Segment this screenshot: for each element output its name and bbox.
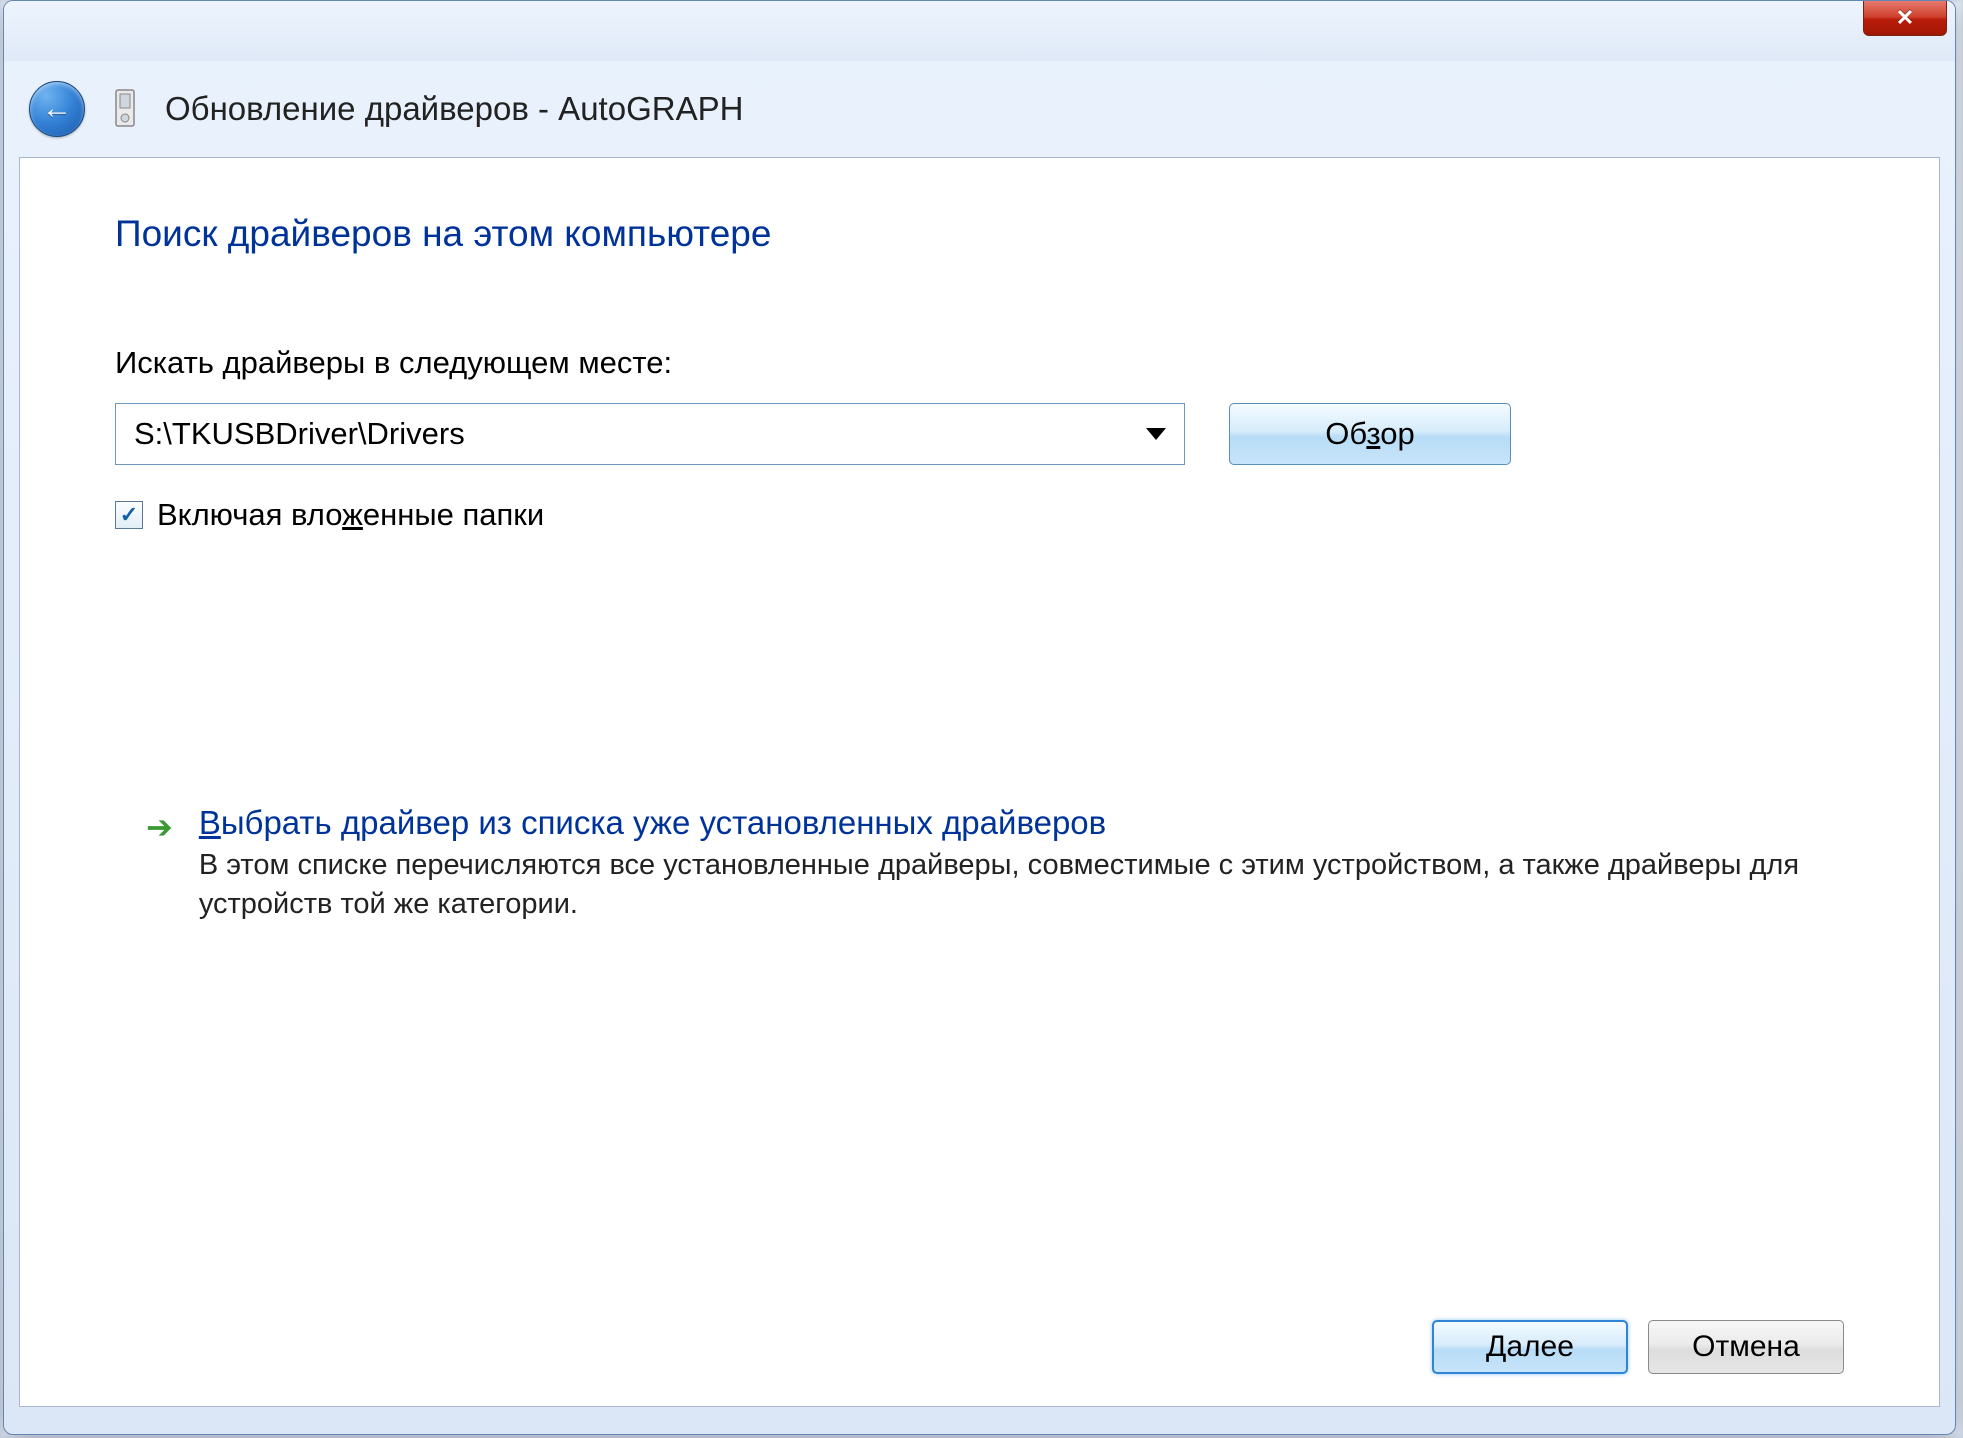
content-panel: Поиск драйверов на этом компьютере Искат…: [19, 157, 1940, 1407]
instruction-heading: Поиск драйверов на этом компьютере: [115, 213, 1844, 255]
driver-update-wizard-window: ✕ ← Обновление драйверов - AutoGRAPH Пои…: [3, 0, 1956, 1435]
cancel-button[interactable]: Отмена: [1648, 1320, 1844, 1374]
checkmark-icon: ✓: [120, 502, 138, 528]
device-icon: [110, 88, 140, 130]
search-location-label: Искать драйверы в следующем месте:: [115, 345, 1844, 381]
window-title: Обновление драйверов - AutoGRAPH: [165, 90, 743, 128]
command-link-description: В этом списке перечисляются все установл…: [199, 846, 1843, 924]
include-subfolders-checkbox[interactable]: ✓ Включая вложенные папки: [115, 497, 1844, 533]
back-arrow-icon: ←: [42, 92, 72, 126]
command-link-title: Выбрать драйвер из списка уже установлен…: [199, 804, 1843, 842]
back-button[interactable]: ←: [29, 81, 85, 137]
driver-path-combobox[interactable]: S:\TKUSBDriver\Drivers: [115, 403, 1185, 465]
wizard-header: ← Обновление драйверов - AutoGRAPH: [4, 61, 1955, 157]
close-button[interactable]: ✕: [1863, 0, 1947, 36]
checkbox-icon: ✓: [115, 501, 143, 529]
arrow-right-icon: ➔: [146, 808, 173, 846]
wizard-footer: Далее Отмена: [1432, 1320, 1844, 1374]
include-subfolders-label: Включая вложенные папки: [157, 497, 544, 533]
next-button[interactable]: Далее: [1432, 1320, 1628, 1374]
pick-from-installed-command-link[interactable]: ➔ Выбрать драйвер из списка уже установл…: [115, 793, 1844, 935]
browse-button[interactable]: Обзор: [1229, 403, 1511, 465]
chevron-down-icon: [1146, 428, 1166, 440]
close-icon: ✕: [1896, 5, 1914, 31]
titlebar: ✕: [4, 1, 1955, 61]
driver-path-value: S:\TKUSBDriver\Drivers: [134, 416, 465, 452]
